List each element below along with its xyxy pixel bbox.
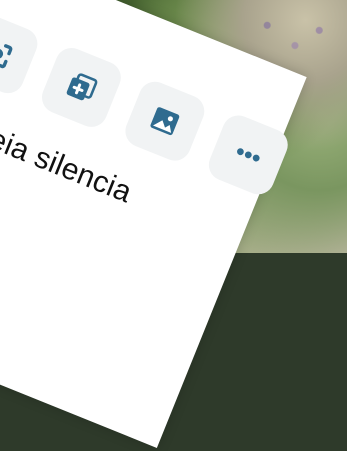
more-icon [237, 148, 260, 162]
focus-camera-icon [0, 44, 13, 69]
image-icon [150, 107, 180, 136]
focus-camera-action[interactable] [0, 9, 43, 98]
image-action[interactable] [120, 76, 210, 166]
copy-add-action[interactable] [37, 43, 126, 132]
copy-add-icon [66, 73, 98, 101]
share-text: le areia silencia [0, 100, 137, 210]
